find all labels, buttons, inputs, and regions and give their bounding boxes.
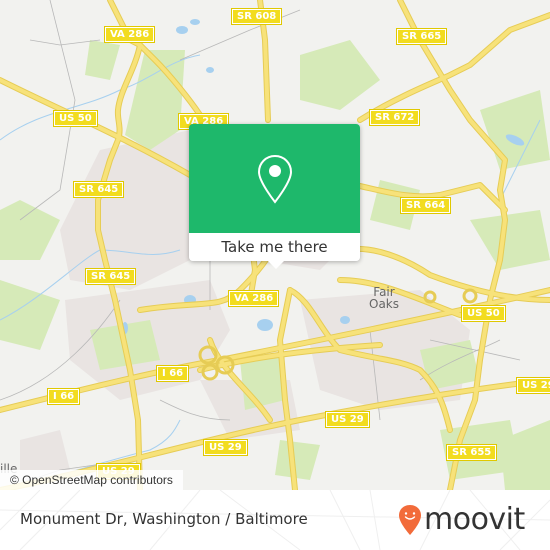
road-shield-sr-665: SR 665 <box>395 28 448 45</box>
road-shield-sr-664: SR 664 <box>399 197 452 214</box>
road-shield-us-50: US 50 <box>461 305 506 322</box>
popup-header <box>189 124 360 233</box>
road-shield-sr-655: SR 655 <box>445 444 498 461</box>
popup-pointer <box>267 260 285 269</box>
road-shield-us-29: US 29 <box>516 377 550 394</box>
location-pin-icon <box>257 154 293 204</box>
address-label: Monument Dr, Washington / Baltimore <box>20 510 308 528</box>
road-shield-sr-608: SR 608 <box>230 8 283 25</box>
road-shield-sr-672: SR 672 <box>368 109 421 126</box>
road-shield-va-286: VA 286 <box>227 290 280 307</box>
road-shield-us-50: US 50 <box>53 110 98 127</box>
place-label-fair-oaks: Fair Oaks <box>369 285 399 311</box>
road-shield-i-66: I 66 <box>46 388 81 405</box>
road-shield-us-29: US 29 <box>325 411 370 428</box>
moovit-pin-icon <box>399 505 421 535</box>
moovit-wordmark: moovit <box>424 502 525 537</box>
road-shield-sr-645: SR 645 <box>72 181 125 198</box>
road-shield-va-286: VA 286 <box>103 26 156 43</box>
moovit-logo[interactable]: moovit <box>398 500 525 540</box>
map[interactable]: VA 286 SR 608 SR 665 US 50 VA 286 SR 672… <box>0 0 550 490</box>
map-attribution[interactable]: © OpenStreetMap contributors <box>0 470 183 490</box>
road-shield-us-29: US 29 <box>203 439 248 456</box>
road-shield-i-66: I 66 <box>155 365 190 382</box>
take-me-there-button[interactable]: Take me there <box>189 233 360 261</box>
destination-popup: Take me there <box>189 124 360 269</box>
road-shield-sr-645: SR 645 <box>84 268 137 285</box>
footer: Monument Dr, Washington / Baltimore moov… <box>0 490 550 550</box>
